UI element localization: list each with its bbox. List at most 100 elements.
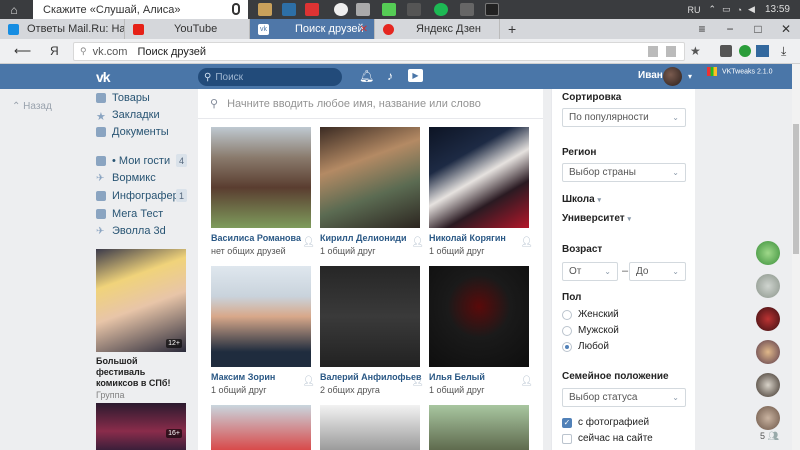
sidebar-item-wormix[interactable]: ✈ Вормикс [96, 169, 156, 186]
add-friend-icon[interactable]: 👤︎ [411, 376, 424, 387]
yandex-logo[interactable]: Я [50, 44, 59, 58]
person-photo[interactable] [320, 127, 420, 228]
add-friend-icon[interactable]: 👤︎ [302, 376, 315, 387]
folder-app-icon[interactable] [258, 3, 272, 16]
favorite-star-icon[interactable]: ★ [690, 44, 701, 58]
friend-avatar[interactable] [756, 274, 780, 298]
add-friend-icon[interactable]: 👤︎ [520, 376, 533, 387]
person-photo[interactable] [211, 266, 311, 367]
person-name[interactable]: Максим Зорин [211, 372, 311, 382]
header-search-input[interactable]: ⚲ Поиск [198, 68, 342, 86]
ad-block[interactable]: 16+ [96, 403, 186, 450]
page-scrollbar[interactable] [792, 64, 800, 450]
steam-alt-app-icon[interactable] [485, 3, 499, 16]
app-icon-dark[interactable] [407, 3, 421, 16]
download-icon[interactable]: ⤓ [781, 44, 786, 59]
ad-title[interactable]: Большой фестиваль комиксов в СПб! [96, 356, 186, 389]
person-photo[interactable] [320, 405, 420, 450]
user-name[interactable]: Иван [638, 70, 663, 81]
online-now-checkbox[interactable]: сейчас на сайте [562, 433, 653, 444]
online-friends-count[interactable]: 5 👥︎ [760, 431, 779, 442]
person-photo[interactable] [429, 127, 529, 228]
extension-icon[interactable] [720, 45, 732, 57]
university-toggle[interactable]: Университет ▾ [562, 213, 631, 224]
back-link[interactable]: ⌃ Назад [12, 101, 52, 112]
friend-avatar[interactable] [756, 307, 780, 331]
menu-icon[interactable]: ≡ [688, 22, 716, 36]
sidebar-item-mega-test[interactable]: Мега Тест [96, 205, 163, 222]
music-icon[interactable]: ♪ [387, 69, 393, 83]
vk-logo[interactable]: vk [96, 69, 111, 85]
user-menu-chevron-icon[interactable]: ▾ [688, 72, 692, 81]
country-select[interactable]: Выбор страны ⌄ [562, 163, 686, 182]
app-icon-gray[interactable] [460, 3, 474, 16]
add-friend-icon[interactable]: 👤︎ [302, 237, 315, 248]
green-app-icon[interactable] [382, 3, 396, 16]
spotify-app-icon[interactable] [434, 3, 448, 16]
extension-blue-icon[interactable] [756, 45, 769, 57]
friend-avatar[interactable] [756, 373, 780, 397]
friend-avatar[interactable] [756, 340, 780, 364]
extension-green-icon[interactable] [739, 45, 751, 57]
close-window-icon[interactable]: ✕ [772, 22, 800, 36]
sidebar-item-evolla[interactable]: ✈ Эволла 3d [96, 222, 166, 239]
bookmark-page-icon[interactable] [666, 46, 676, 57]
clock[interactable]: 13:59 [765, 4, 790, 15]
gender-female-radio[interactable]: Женский [562, 309, 619, 320]
volume-icon[interactable]: ◀ [748, 4, 755, 15]
ad-image[interactable]: 16+ [96, 403, 186, 450]
microphone-icon[interactable] [232, 3, 240, 15]
maximize-icon[interactable]: □ [744, 22, 772, 36]
battery-icon[interactable]: ▭ [722, 4, 731, 15]
ad-block[interactable]: 12+ Большой фестиваль комиксов в СПб! Гр… [96, 249, 186, 400]
sidebar-item-bookmarks[interactable]: ★ Закладки [96, 106, 160, 123]
tab-yandex-zen[interactable]: Яндекс Дзен [375, 19, 500, 39]
person-photo[interactable] [320, 266, 420, 367]
gender-any-radio[interactable]: Любой [562, 341, 609, 352]
language-indicator[interactable]: RU [688, 5, 701, 15]
person-name[interactable]: Валерий Анфилофьев [320, 372, 422, 382]
age-to-select[interactable]: До ⌄ [629, 262, 686, 281]
video-play-icon[interactable]: ▶ [408, 69, 423, 82]
start-menu-icon[interactable]: ⌂ [0, 0, 28, 19]
person-name[interactable]: Илья Белый [429, 372, 529, 382]
yandex-browser-app-icon[interactable] [334, 3, 348, 16]
tray-arrow-icon[interactable]: ⌃ [709, 4, 717, 15]
back-arrow-icon[interactable]: ⟵ [14, 44, 31, 58]
sidebar-item-documents[interactable]: Документы [96, 123, 169, 140]
ad-image[interactable]: 12+ [96, 249, 186, 352]
person-photo[interactable] [429, 266, 529, 367]
with-photo-checkbox[interactable]: ✓ с фотографией [562, 417, 649, 428]
person-name[interactable]: Кирилл Делиониди [320, 233, 420, 243]
tab-mailru-answers[interactable]: Ответы Mail.Ru: Найти чел [0, 19, 125, 39]
network-icon[interactable]: ◔ [737, 5, 742, 15]
steam-app-icon[interactable] [282, 3, 296, 16]
age-from-select[interactable]: От ⌄ [562, 262, 618, 281]
vktweaks-widget[interactable]: VKTweaks 2.1.0 [707, 67, 773, 76]
add-friend-icon[interactable]: 👤︎ [411, 237, 424, 248]
tab-youtube[interactable]: YouTube [125, 19, 250, 39]
alice-search-field[interactable]: Скажите «Слушай, Алиса» [33, 0, 248, 19]
tab-friend-search[interactable]: vk Поиск друзей ✕ [250, 19, 375, 39]
url-field[interactable]: ⚲ vk.com Поиск друзей [73, 42, 685, 61]
marital-select[interactable]: Выбор статуса ⌄ [562, 388, 686, 407]
school-toggle[interactable]: Школа ▾ [562, 194, 601, 205]
sort-select[interactable]: По популярности ⌄ [562, 108, 686, 127]
close-tab-icon[interactable]: ✕ [360, 24, 368, 35]
sidebar-item-goods[interactable]: Товары [96, 89, 150, 106]
person-name[interactable]: Василиса Романова [211, 233, 311, 243]
reader-icon[interactable] [648, 46, 658, 57]
person-photo[interactable] [211, 405, 311, 450]
friend-avatar[interactable] [756, 241, 780, 265]
person-name[interactable]: Николай Корягин [429, 233, 529, 243]
scrollbar-thumb[interactable] [793, 124, 799, 254]
user-avatar[interactable] [663, 67, 682, 86]
app-icon[interactable] [305, 3, 319, 16]
notifications-bell-icon[interactable]: 🔔︎ [359, 69, 374, 83]
person-photo[interactable] [211, 127, 311, 228]
add-friend-icon[interactable]: 👤︎ [520, 237, 533, 248]
sidebar-item-infographer[interactable]: Инфографер 1 [96, 187, 187, 204]
minimize-icon[interactable]: − [716, 22, 744, 36]
sidebar-item-my-guests[interactable]: • Мои гости 4 [96, 152, 187, 169]
person-photo[interactable] [429, 405, 529, 450]
